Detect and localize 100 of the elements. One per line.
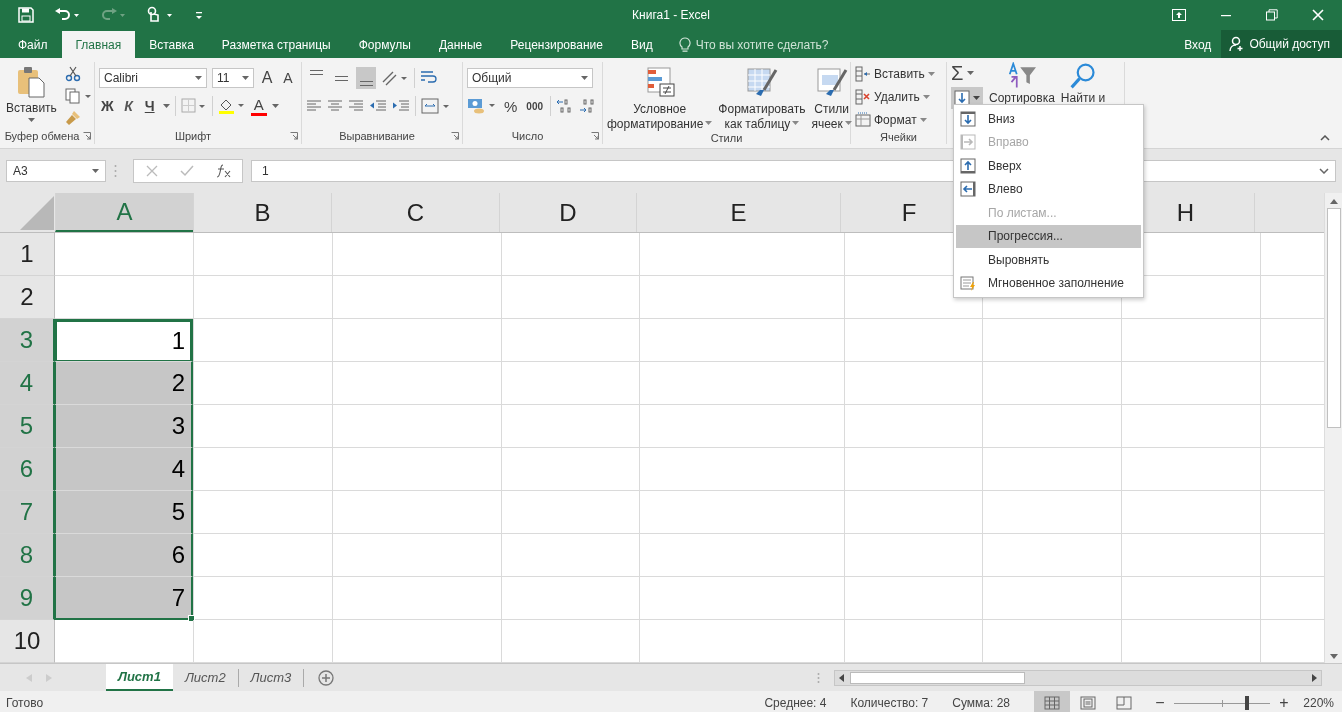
row-header[interactable]: 6	[0, 448, 55, 491]
scroll-thumb[interactable]	[1326, 208, 1341, 428]
fill-color-icon[interactable]	[217, 97, 246, 115]
row-header[interactable]: 5	[0, 405, 55, 448]
table-cell[interactable]: 1	[54, 319, 193, 362]
column-header[interactable]: E	[636, 193, 841, 232]
function-icon[interactable]	[216, 164, 232, 178]
shrink-font-button[interactable]: A	[280, 67, 296, 89]
autosum-button[interactable]: Σ	[951, 62, 983, 84]
number-format-field[interactable]: Общий	[467, 68, 593, 88]
scroll-left-icon[interactable]	[839, 673, 844, 682]
menu-item[interactable]: Мгновенное заполнение	[956, 271, 1141, 295]
brush-icon[interactable]	[64, 110, 81, 126]
collapse-ribbon-icon[interactable]	[1320, 135, 1330, 141]
row-header[interactable]: 8	[0, 534, 55, 577]
insert-cells-button[interactable]: Вставить	[855, 64, 942, 83]
bold-button[interactable]: Ж	[99, 95, 116, 117]
table-cell[interactable]: 5	[54, 491, 193, 534]
sheet-tab[interactable]: Лист3	[238, 668, 305, 687]
copy-icon[interactable]	[64, 88, 93, 104]
ribbon-tab[interactable]: Рецензирование	[496, 32, 617, 58]
tell-me-field[interactable]: Что вы хотите сделать?	[674, 32, 850, 58]
column-header[interactable]: A	[55, 193, 194, 232]
font-name-field[interactable]: Calibri	[99, 68, 207, 88]
paste-button[interactable]: Вставить	[4, 64, 59, 128]
scroll-down-icon[interactable]	[1329, 654, 1338, 659]
sheet-tab[interactable]: Лист1	[106, 663, 173, 691]
zoom-out-button[interactable]: −	[1152, 694, 1168, 712]
caret-icon	[973, 96, 980, 100]
orientation-icon[interactable]	[381, 70, 409, 86]
table-cell[interactable]: 4	[54, 448, 193, 491]
bottom-align-button[interactable]	[356, 67, 376, 89]
expand-icon[interactable]	[1319, 168, 1329, 174]
dialog-launcher-icon[interactable]	[83, 132, 91, 140]
normal-view-icon[interactable]	[1034, 691, 1070, 712]
sign-in-link[interactable]: Вход	[1174, 32, 1222, 58]
fill-handle[interactable]	[188, 615, 195, 622]
cell-styles-button[interactable]: Стили ячеек	[811, 66, 852, 132]
ribbon-tab[interactable]: Главная	[61, 31, 136, 58]
touch-mode-icon[interactable]	[146, 6, 174, 24]
dialog-launcher-icon[interactable]	[290, 132, 298, 140]
sheet-tab[interactable]: Лист2	[172, 668, 239, 687]
zoom-in-button[interactable]: +	[1276, 694, 1292, 712]
grow-font-button[interactable]: A	[259, 67, 275, 89]
check-icon[interactable]	[180, 165, 194, 177]
thousands-button[interactable]: 000	[524, 95, 546, 117]
increase-indent-icon[interactable]	[392, 99, 410, 113]
save-icon[interactable]	[18, 7, 34, 23]
menu-item[interactable]: Выровнять	[956, 248, 1141, 272]
format-cells-button[interactable]: Формат	[855, 110, 942, 129]
ribbon-tab[interactable]: Вид	[616, 32, 667, 58]
column-header[interactable]: B	[193, 193, 332, 232]
dialog-launcher-icon[interactable]	[451, 132, 459, 140]
ribbon-display-icon[interactable]	[1172, 9, 1186, 21]
dialog-launcher-icon[interactable]	[591, 132, 599, 140]
row-header[interactable]: 2	[0, 276, 55, 319]
ribbon-tab[interactable]: Вставка	[135, 32, 208, 58]
italic-button[interactable]: К	[120, 95, 137, 117]
menu-item[interactable]: Прогрессия...	[956, 224, 1141, 248]
column-header[interactable]: C	[331, 193, 500, 232]
row-header[interactable]: 4	[0, 362, 55, 405]
underline-button[interactable]: Ч	[141, 95, 158, 117]
table-cell[interactable]: 3	[54, 405, 193, 448]
ribbon-tab[interactable]: Разметка страницы	[207, 32, 345, 58]
font-size-field[interactable]: 11	[212, 68, 254, 88]
table-cell[interactable]: 6	[54, 534, 193, 577]
horizontal-scrollbar[interactable]	[834, 669, 1322, 686]
ribbon-tab[interactable]: Формулы	[344, 32, 425, 58]
delete-cells-button[interactable]: Удалить	[855, 87, 942, 106]
scroll-right-icon[interactable]	[1312, 673, 1317, 682]
add-sheet-icon[interactable]	[318, 669, 335, 686]
table-cell[interactable]: 2	[54, 362, 193, 405]
scissors-icon[interactable]	[64, 66, 81, 82]
group-label: Число	[510, 130, 545, 142]
share-button[interactable]: Общий доступ	[1221, 30, 1342, 58]
format-as-table-button[interactable]: Форматировать как таблицу	[718, 66, 806, 132]
zoom-thumb[interactable]	[1244, 696, 1249, 710]
name-box[interactable]: A3	[6, 160, 106, 182]
row-header[interactable]: 7	[0, 491, 55, 534]
undo-icon[interactable]	[54, 7, 80, 23]
scroll-thumb[interactable]	[850, 671, 1025, 684]
merge-cells-icon[interactable]	[421, 98, 451, 114]
font-color-button[interactable]: A	[250, 96, 267, 116]
currency-icon[interactable]	[467, 97, 497, 115]
ribbon-tab[interactable]: Файл	[4, 32, 62, 58]
row-header[interactable]: 3	[0, 319, 55, 362]
close-icon[interactable]	[1312, 9, 1324, 21]
restore-icon[interactable]	[1266, 9, 1278, 21]
row-header[interactable]: 9	[0, 577, 55, 620]
table-cell[interactable]: 7	[54, 577, 193, 620]
conditional-formatting-button[interactable]: Условное форматирование	[607, 66, 713, 132]
wrap-text-icon[interactable]	[420, 70, 438, 86]
scroll-up-icon[interactable]	[1329, 199, 1338, 204]
row-header[interactable]: 1	[0, 233, 55, 276]
row-header[interactable]: 10	[0, 620, 55, 663]
decrease-indent-icon[interactable]	[369, 99, 387, 113]
column-header[interactable]: D	[499, 193, 637, 232]
percent-button[interactable]: %	[502, 95, 520, 117]
vertical-scrollbar[interactable]	[1324, 193, 1342, 663]
ribbon-tab[interactable]: Данные	[424, 32, 497, 58]
